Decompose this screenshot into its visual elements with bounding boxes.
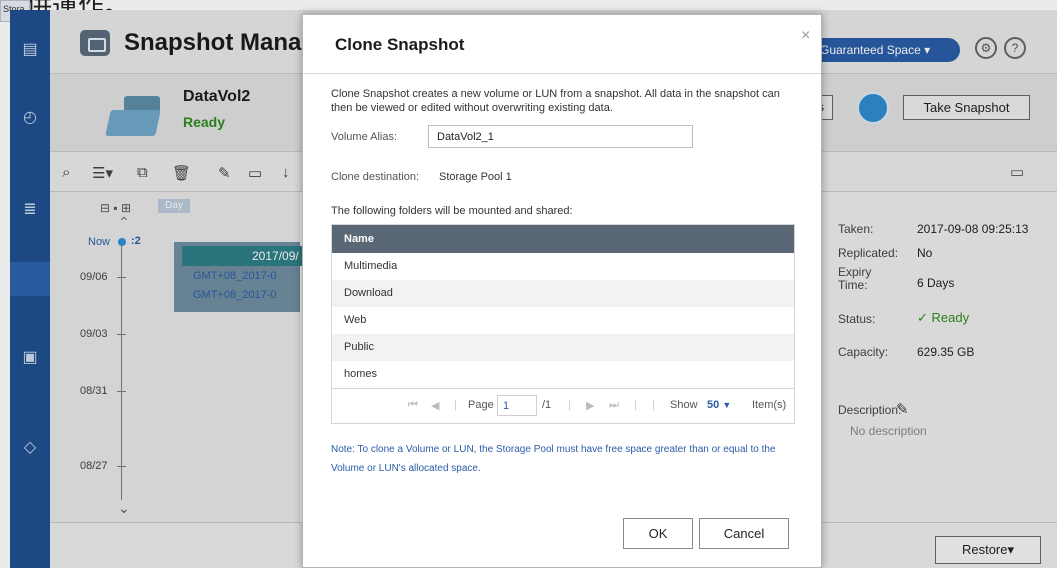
pager-divider: | (652, 399, 655, 411)
items-per-page-select[interactable]: 50 ▼ (707, 399, 731, 411)
table-row[interactable]: Multimedia (332, 253, 794, 280)
page-label: Page (468, 399, 494, 411)
page-number-input[interactable] (497, 395, 537, 416)
dialog-title: Clone Snapshot (335, 35, 465, 54)
mounted-folders-label: The following folders will be mounted an… (331, 205, 573, 217)
show-label: Show (670, 399, 698, 411)
table-row[interactable]: Download (332, 280, 794, 307)
pager-divider: | (568, 399, 571, 411)
volume-alias-label: Volume Alias: (331, 131, 398, 143)
first-page-icon[interactable]: ⏮ (408, 399, 418, 412)
pager-divider: | (634, 399, 637, 411)
items-label: Item(s) (752, 399, 787, 411)
prev-page-icon[interactable]: ◀ (431, 399, 439, 412)
next-page-icon[interactable]: ▶ (586, 399, 594, 412)
clone-note: Note: To clone a Volume or LUN, the Stor… (331, 444, 776, 474)
cancel-button[interactable]: Cancel (699, 518, 789, 549)
app-root: 合併運作。 Stora ▤ ◴ ≣ ▣ ◇ Snapshot Manag Gua… (0, 0, 1057, 568)
page-total: /1 (542, 399, 552, 411)
ok-button[interactable]: OK (623, 518, 693, 549)
clone-snapshot-dialog: Clone Snapshot × Clone Snapshot creates … (302, 14, 822, 568)
table-header-name[interactable]: Name (332, 225, 794, 253)
dialog-description: Clone Snapshot creates a new volume or L… (331, 88, 780, 114)
table-row[interactable]: homes (332, 361, 794, 388)
volume-alias-input[interactable] (428, 125, 693, 148)
last-page-icon[interactable]: ⏭ (609, 399, 619, 412)
folders-table: Name Multimedia Download Web Public home… (331, 224, 795, 424)
table-pager: ⏮ ◀ | Page /1 | ▶ ⏭ | | Show 50 ▼ Item(s… (332, 388, 794, 423)
table-row[interactable]: Public (332, 334, 794, 361)
clone-destination-value: Storage Pool 1 (439, 171, 512, 183)
items-per-page-value: 50 (707, 399, 720, 411)
chevron-down-icon: ▼ (722, 400, 732, 410)
dialog-divider (303, 73, 821, 74)
table-row[interactable]: Web (332, 307, 794, 334)
close-icon[interactable]: × (801, 27, 810, 45)
pager-divider: | (454, 399, 457, 411)
clone-destination-label: Clone destination: (331, 171, 420, 183)
